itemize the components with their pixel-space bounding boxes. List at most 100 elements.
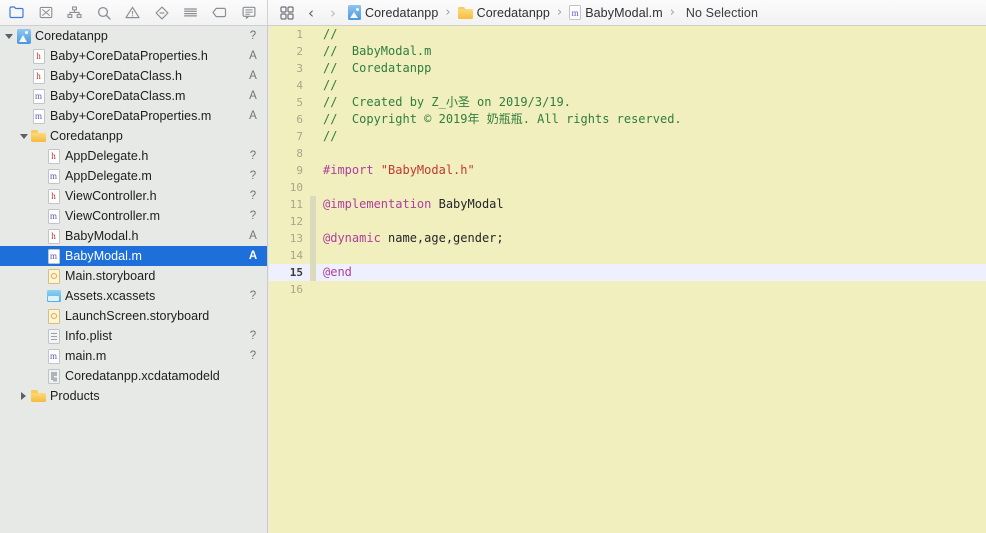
code-folding-ribbon[interactable] — [310, 26, 316, 43]
navigator-row[interactable]: Assets.xcassets? — [0, 286, 267, 306]
navigator-row-selected[interactable]: m BabyModal.m A — [0, 246, 267, 266]
code-line[interactable]: 5 // Created by Z_小圣 on 2019/3/19. — [269, 94, 986, 111]
breadcrumb-item-file[interactable]: m BabyModal.m — [569, 0, 663, 25]
source-control-status-badge: A — [248, 250, 258, 262]
line-number: 5 — [296, 96, 303, 109]
code-text: // Coredatanpp — [323, 60, 431, 77]
disclosure-triangle-open-icon[interactable] — [17, 126, 30, 146]
code-line[interactable]: 10 — [269, 179, 986, 196]
line-number: 14 — [289, 249, 303, 262]
objc-implementation-file-icon: m — [32, 108, 45, 124]
code-folding-ribbon[interactable] — [310, 230, 316, 247]
file-icon-wrap: m — [30, 86, 47, 106]
breadcrumb-label: Coredatanpp — [365, 5, 439, 20]
code-line[interactable]: 9 #import "BabyModal.h" — [269, 162, 986, 179]
header-file-icon: h — [47, 148, 60, 164]
code-token-id: name,age,gender; — [380, 231, 504, 245]
code-token-cm: // — [323, 27, 338, 41]
code-line[interactable]: 4 // — [269, 77, 986, 94]
code-folding-ribbon[interactable] — [310, 196, 316, 213]
header-file-icon: h — [32, 48, 45, 64]
breadcrumb-item-project[interactable]: Coredatanpp — [348, 0, 438, 25]
navigator-row[interactable]: m main.m? — [0, 346, 267, 366]
navigator-row[interactable]: h AppDelegate.h? — [0, 146, 267, 166]
breadcrumb-item-group[interactable]: Coredatanpp — [457, 0, 550, 25]
navigator-row-label: Baby+CoreDataClass.h — [50, 69, 182, 83]
code-folding-ribbon[interactable] — [310, 60, 316, 77]
navigator-row[interactable]: m Baby+CoreDataClass.m A — [0, 86, 267, 106]
navigator-row[interactable]: m Baby+CoreDataProperties.m A — [0, 106, 267, 126]
code-line[interactable]: 12 — [269, 213, 986, 230]
folder-icon — [31, 130, 46, 142]
issue-navigator-icon[interactable] — [118, 0, 147, 25]
navigator-row[interactable]: m AppDelegate.m? — [0, 166, 267, 186]
code-folding-ribbon[interactable] — [310, 111, 316, 128]
code-token-cm: // — [323, 78, 338, 92]
debug-navigator-icon[interactable] — [176, 0, 205, 25]
code-folding-ribbon[interactable] — [310, 264, 316, 281]
plist-icon — [47, 328, 60, 344]
navigator-row-label: Coredatanpp — [50, 129, 123, 143]
find-navigator-icon[interactable] — [89, 0, 118, 25]
code-folding-ribbon[interactable] — [310, 43, 316, 60]
code-folding-ribbon[interactable] — [310, 145, 316, 162]
navigator-row[interactable]: h Baby+CoreDataClass.h A — [0, 66, 267, 86]
code-line[interactable]: 2 // BabyModal.m — [269, 43, 986, 60]
code-folding-ribbon[interactable] — [310, 128, 316, 145]
code-line[interactable]: 13 @dynamic name,age,gender; — [269, 230, 986, 247]
test-navigator-icon[interactable] — [147, 0, 176, 25]
code-line-current[interactable]: 15 @end — [269, 264, 986, 281]
navigator-row[interactable]: m ViewController.m? — [0, 206, 267, 226]
source-control-navigator-icon[interactable] — [31, 0, 60, 25]
symbol-navigator-icon[interactable] — [60, 0, 89, 25]
project-navigator-icon[interactable] — [2, 0, 31, 25]
source-editor[interactable]: 1 // 2 // BabyModal.m 3 // Coredatanpp 4 // 5 // … — [269, 26, 986, 533]
code-line[interactable]: 8 — [269, 145, 986, 162]
disclosure-triangle-open-icon[interactable] — [2, 26, 15, 46]
code-line[interactable]: 3 // Coredatanpp — [269, 60, 986, 77]
code-line[interactable]: 14 — [269, 247, 986, 264]
project-navigator[interactable]: Coredatanpp? h Baby+CoreDataProperties.h Ah… — [0, 26, 268, 533]
navigator-row-label: ViewController.h — [65, 189, 157, 203]
navigator-row[interactable]: h Baby+CoreDataProperties.h A — [0, 46, 267, 66]
code-folding-ribbon[interactable] — [310, 77, 316, 94]
code-line[interactable]: 1 // — [269, 26, 986, 43]
breadcrumb-item-selection[interactable]: No Selection — [682, 0, 758, 25]
code-folding-ribbon[interactable] — [310, 179, 316, 196]
navigator-row[interactable]: Products — [0, 386, 267, 406]
code-line[interactable]: 6 // Copyright © 2019年 奶瓶瓶. All rights re… — [269, 111, 986, 128]
breakpoint-navigator-icon[interactable] — [205, 0, 234, 25]
navigator-row[interactable]: LaunchScreen.storyboard — [0, 306, 267, 326]
code-folding-ribbon[interactable] — [310, 281, 316, 298]
code-folding-ribbon[interactable] — [310, 94, 316, 111]
navigator-row-label: Coredatanpp.xcdatamodeld — [65, 369, 220, 383]
code-folding-ribbon[interactable] — [310, 247, 316, 264]
code-folding-ribbon[interactable] — [310, 213, 316, 230]
source-control-status-badge: ? — [249, 210, 257, 222]
line-number: 1 — [296, 28, 303, 41]
navigator-row[interactable]: Coredatanpp — [0, 126, 267, 146]
code-line[interactable]: 7 // — [269, 128, 986, 145]
go-back-button[interactable]: ‹ — [300, 0, 322, 25]
navigator-row[interactable]: h ViewController.h? — [0, 186, 267, 206]
navigator-row[interactable]: Main.storyboard — [0, 266, 267, 286]
disclosure-triangle-closed-icon[interactable] — [17, 386, 30, 406]
file-icon-wrap: m — [45, 246, 62, 266]
navigator-row[interactable]: h BabyModal.h A — [0, 226, 267, 246]
xcode-project-icon — [348, 5, 361, 20]
related-items-icon[interactable] — [274, 0, 300, 25]
navigator-row[interactable]: Coredatanpp? — [0, 26, 267, 46]
code-line[interactable]: 16 — [269, 281, 986, 298]
go-forward-button[interactable]: › — [322, 0, 344, 25]
report-navigator-icon[interactable] — [234, 0, 263, 25]
code-folding-ribbon[interactable] — [310, 162, 316, 179]
code-token-kw: @dynamic — [323, 231, 381, 245]
navigator-row[interactable]: Coredatanpp.xcdatamodeld — [0, 366, 267, 386]
code-line[interactable]: 11 @implementation BabyModal — [269, 196, 986, 213]
navigator-row-label: Baby+CoreDataClass.m — [50, 89, 186, 103]
navigator-row[interactable]: Info.plist? — [0, 326, 267, 346]
